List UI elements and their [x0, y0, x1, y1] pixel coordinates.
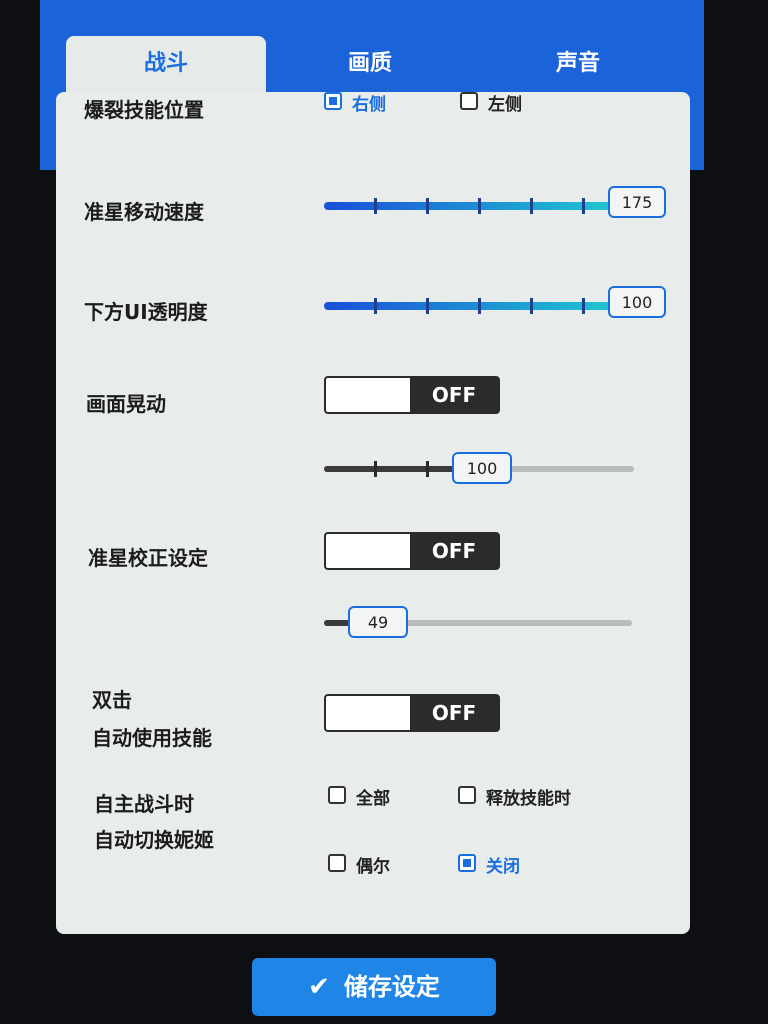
screen-shake-value[interactable]: 100 [452, 452, 512, 484]
lower-ui-opacity-value[interactable]: 100 [608, 286, 666, 318]
slider-tick [426, 198, 429, 214]
auto-switch-skill-checkbox[interactable] [458, 786, 476, 804]
save-settings-button[interactable]: ✔ 储存设定 [252, 958, 496, 1016]
double-tap-label-line1: 双击 [92, 688, 132, 712]
burst-skill-position-label: 爆裂技能位置 [84, 98, 204, 122]
auto-switch-sometimes-label: 偶尔 [356, 857, 390, 877]
slider-tick [478, 298, 481, 314]
auto-switch-off-checkbox[interactable] [458, 854, 476, 872]
tab-combat[interactable]: 战斗 [66, 36, 266, 92]
auto-switch-off-label: 关闭 [486, 857, 520, 877]
slider-tick [374, 298, 377, 314]
settings-panel: 爆裂技能位置 右侧 左侧 准星移动速度 175 下方UI透明度 100 画面晃动… [56, 92, 690, 934]
auto-switch-label-line1: 自主战斗时 [94, 792, 194, 816]
checkmark-icon: ✔ [308, 972, 330, 1002]
slider-tick [426, 298, 429, 314]
auto-switch-label-line2: 自动切换妮姬 [94, 828, 214, 852]
double-tap-label-line2: 自动使用技能 [92, 726, 212, 750]
crosshair-correction-label: 准星校正设定 [88, 546, 208, 570]
slider-tick [478, 198, 481, 214]
tab-sound[interactable]: 声音 [478, 36, 678, 92]
screen-shake-label: 画面晃动 [86, 392, 166, 416]
auto-switch-all-label: 全部 [356, 789, 390, 809]
crosshair-correction-toggle[interactable]: OFF [324, 532, 500, 570]
auto-switch-all-checkbox[interactable] [328, 786, 346, 804]
slider-tick [426, 461, 429, 477]
toggle-off-label: OFF [410, 696, 498, 730]
toggle-off-label: OFF [410, 378, 498, 412]
tab-graphics[interactable]: 画质 [270, 36, 470, 92]
burst-left-label: 左侧 [488, 95, 522, 115]
crosshair-speed-slider[interactable] [324, 202, 614, 210]
slider-tick [530, 198, 533, 214]
crosshair-speed-value[interactable]: 175 [608, 186, 666, 218]
lower-ui-opacity-slider[interactable] [324, 302, 614, 310]
slider-tick [374, 461, 377, 477]
save-settings-label: 储存设定 [343, 973, 440, 1001]
crosshair-speed-label: 准星移动速度 [84, 200, 204, 224]
auto-switch-skill-label: 释放技能时 [486, 789, 571, 809]
burst-right-label: 右侧 [352, 95, 386, 115]
screen-shake-slider-fill [324, 466, 454, 472]
slider-tick [530, 298, 533, 314]
slider-tick [374, 198, 377, 214]
auto-switch-sometimes-checkbox[interactable] [328, 854, 346, 872]
burst-left-checkbox[interactable] [460, 92, 478, 110]
slider-tick [582, 198, 585, 214]
slider-tick [582, 298, 585, 314]
settings-screen: 战斗 画质 声音 爆裂技能位置 右侧 左侧 准星移动速度 175 下方UI透明度… [0, 0, 768, 1024]
screen-shake-toggle[interactable]: OFF [324, 376, 500, 414]
crosshair-correction-value[interactable]: 49 [348, 606, 408, 638]
lower-ui-opacity-label: 下方UI透明度 [84, 300, 208, 324]
toggle-off-label: OFF [410, 534, 498, 568]
burst-right-checkbox[interactable] [324, 92, 342, 110]
double-tap-toggle[interactable]: OFF [324, 694, 500, 732]
